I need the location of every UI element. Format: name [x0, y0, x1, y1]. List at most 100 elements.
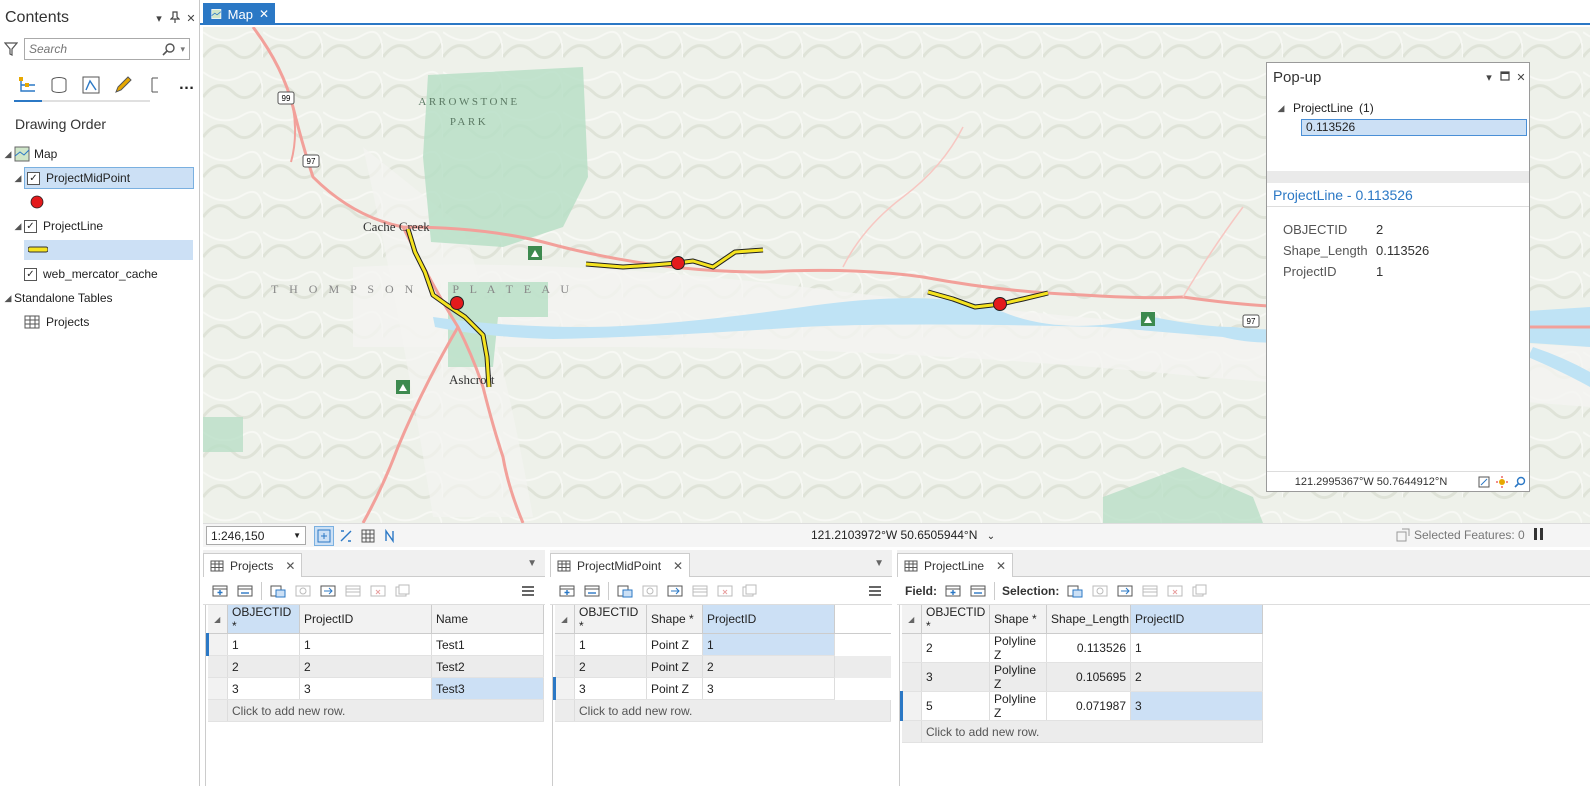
- column-header[interactable]: Shape *: [646, 605, 703, 634]
- collapse-icon[interactable]: ◢: [1275, 103, 1287, 114]
- column-header[interactable]: OBJECTID *: [574, 605, 647, 634]
- add-row[interactable]: Click to add new row.: [207, 699, 544, 722]
- tree-item-projects-table[interactable]: Projects: [0, 310, 199, 334]
- tab-projectline[interactable]: ProjectLine ✕: [897, 553, 1014, 577]
- close-icon[interactable]: ✕: [996, 559, 1006, 573]
- add-row[interactable]: Click to add new row.: [554, 699, 891, 722]
- zoom-to-selection-icon[interactable]: [641, 582, 659, 600]
- delete-selection-icon[interactable]: [716, 582, 734, 600]
- add-row-label[interactable]: Click to add new row.: [574, 699, 891, 722]
- chevron-down-icon[interactable]: ▼: [293, 531, 305, 540]
- corner-cell[interactable]: ◢: [554, 605, 575, 634]
- table-row[interactable]: 2 Point Z 2: [554, 655, 891, 678]
- project-midpoint-feature[interactable]: [993, 297, 1007, 311]
- zoom-to-selection-icon[interactable]: [294, 582, 312, 600]
- pane-options-icon[interactable]: ▾: [151, 12, 167, 25]
- tab-map[interactable]: Map ✕: [203, 3, 275, 25]
- copy-selection-icon[interactable]: [1191, 582, 1209, 600]
- tree-item-projectline[interactable]: ◢ ✓ ProjectLine: [0, 214, 199, 238]
- list-by-data-source-icon[interactable]: [48, 74, 70, 96]
- clear-selection-icon[interactable]: [344, 582, 362, 600]
- column-header[interactable]: OBJECTID *: [921, 605, 990, 634]
- clear-selection-icon[interactable]: [691, 582, 709, 600]
- search-dropdown-icon[interactable]: ▾: [180, 44, 185, 55]
- row-header[interactable]: [207, 677, 228, 700]
- add-row-label[interactable]: Click to add new row.: [227, 699, 544, 722]
- table-row[interactable]: 3 Point Z 3: [553, 677, 891, 700]
- table-row[interactable]: 3 Polyline Z 0.105695 2: [901, 662, 1263, 692]
- copy-selection-icon[interactable]: [741, 582, 759, 600]
- popup-options-icon[interactable]: ▾: [1481, 71, 1497, 84]
- tree-item-map[interactable]: ◢ Map: [0, 142, 199, 166]
- zoom-in-icon[interactable]: [1511, 476, 1529, 488]
- table-row[interactable]: 2 Polyline Z 0.113526 1: [901, 633, 1263, 663]
- tab-projects[interactable]: Projects ✕: [203, 553, 303, 577]
- table-row[interactable]: 2 2 Test2: [207, 655, 544, 678]
- search-box[interactable]: ▾: [24, 38, 190, 60]
- project-midpoint-feature[interactable]: [671, 256, 685, 270]
- row-header[interactable]: [900, 691, 922, 721]
- zoom-to-icon[interactable]: [1475, 476, 1493, 488]
- add-field-icon[interactable]: [211, 582, 229, 600]
- calculate-field-icon[interactable]: [969, 582, 987, 600]
- snapping-icon[interactable]: [336, 526, 356, 546]
- selected-features-indicator[interactable]: Selected Features: 0: [1396, 528, 1525, 542]
- north-arrow-icon[interactable]: [380, 526, 400, 546]
- collapse-icon[interactable]: ◢: [2, 149, 14, 160]
- hamburger-menu-icon[interactable]: [866, 582, 884, 600]
- maximize-icon[interactable]: [1497, 70, 1513, 84]
- project-midpoint-feature[interactable]: [450, 296, 464, 310]
- add-field-icon[interactable]: [558, 582, 576, 600]
- row-header[interactable]: [554, 655, 575, 678]
- selected-layer[interactable]: ✓ ProjectMidPoint: [24, 167, 194, 189]
- row-header[interactable]: [207, 655, 228, 678]
- table-row[interactable]: 1 Point Z 1: [554, 633, 891, 656]
- collapse-icon[interactable]: ◢: [12, 173, 24, 184]
- visibility-checkbox[interactable]: ✓: [27, 171, 40, 185]
- column-header[interactable]: ProjectID: [1130, 605, 1263, 634]
- red-point-symbol-icon[interactable]: [30, 195, 44, 209]
- select-by-attribute-icon[interactable]: [616, 582, 634, 600]
- pin-icon[interactable]: [167, 10, 183, 26]
- table-row[interactable]: 1 1 Test1: [206, 633, 544, 656]
- table-row[interactable]: 5 Polyline Z 0.071987 3: [900, 691, 1263, 721]
- tab-list-icon[interactable]: ▼: [527, 558, 537, 569]
- row-header[interactable]: [553, 677, 575, 700]
- tree-item-standalone-tables[interactable]: ◢ Standalone Tables: [0, 286, 199, 310]
- select-by-attribute-icon[interactable]: [269, 582, 287, 600]
- column-header[interactable]: Shape_Length: [1046, 605, 1131, 634]
- corner-cell[interactable]: ◢: [901, 605, 922, 634]
- switch-selection-icon[interactable]: [666, 582, 684, 600]
- select-by-attribute-icon[interactable]: [1066, 582, 1084, 600]
- popup-layer-node[interactable]: ◢ ProjectLine (1): [1275, 99, 1529, 117]
- copy-selection-icon[interactable]: [394, 582, 412, 600]
- clear-selection-icon[interactable]: [1141, 582, 1159, 600]
- add-row-label[interactable]: Click to add new row.: [921, 720, 1263, 743]
- list-by-editing-icon[interactable]: [112, 74, 134, 96]
- column-header[interactable]: ProjectID: [299, 605, 432, 634]
- column-header[interactable]: Shape *: [989, 605, 1047, 634]
- switch-selection-icon[interactable]: [319, 582, 337, 600]
- row-header[interactable]: [206, 633, 228, 656]
- flash-icon[interactable]: [1493, 475, 1511, 488]
- list-by-snapping-icon[interactable]: [144, 74, 166, 96]
- close-icon[interactable]: ✕: [1513, 71, 1529, 84]
- tab-projectmidpoint[interactable]: ProjectMidPoint ✕: [550, 553, 691, 577]
- corner-cell[interactable]: ◢: [207, 605, 228, 634]
- tree-item-projectmidpoint[interactable]: ◢ ✓ ProjectMidPoint: [0, 166, 199, 190]
- zoom-to-selection-icon[interactable]: [1091, 582, 1109, 600]
- column-header[interactable]: ProjectID: [702, 605, 835, 634]
- hamburger-menu-icon[interactable]: [519, 582, 537, 600]
- column-header[interactable]: Name: [431, 605, 544, 634]
- legend-line-row[interactable]: [24, 240, 193, 260]
- add-row[interactable]: Click to add new row.: [901, 720, 1263, 743]
- grid-icon[interactable]: [358, 526, 378, 546]
- search-input[interactable]: [29, 42, 163, 56]
- pause-drawing-icon[interactable]: [1533, 527, 1545, 544]
- close-icon[interactable]: ✕: [673, 559, 683, 573]
- navigator-icon[interactable]: [314, 525, 334, 546]
- add-field-icon[interactable]: [944, 582, 962, 600]
- scale-selector[interactable]: 1:246,150 ▼: [206, 526, 306, 545]
- delete-selection-icon[interactable]: [1166, 582, 1184, 600]
- search-icon[interactable]: [162, 42, 176, 56]
